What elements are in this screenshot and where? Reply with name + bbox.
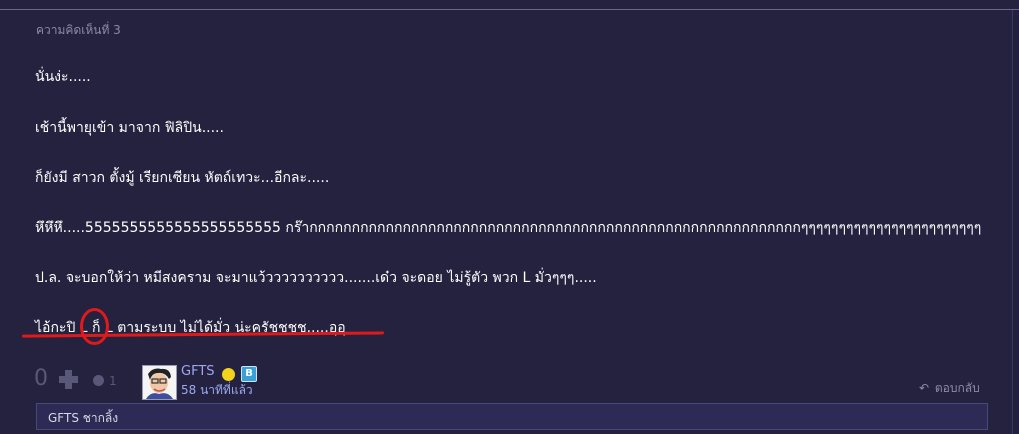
comment-line-5: ป.ล. จะบอกให้ว่า หมีสงคราม จะมาแว้วววววว… [35, 270, 597, 286]
reply-preview-box[interactable]: GFTS ชากลิ้ง [36, 403, 988, 430]
reply-label: ตอบกลับ [934, 381, 980, 395]
avatar[interactable] [142, 365, 177, 400]
avatar-cartoon-icon [143, 366, 176, 399]
top-divider [0, 0, 1019, 10]
comment-number: ความคิดเห็นที่ 3 [36, 23, 121, 37]
comment-line-1: นั่นง่ะ..... [35, 69, 91, 85]
comment-line-2: เช้านี้พายุเข้า มาจาก ฟิลิปิน..... [35, 120, 224, 136]
reply-icon: ↶ [919, 381, 930, 395]
smile-badge-icon [222, 368, 235, 381]
reply-link[interactable]: ↶ ตอบกลับ [919, 379, 980, 398]
reply-preview-text: GFTS ชากลิ้ง [48, 411, 119, 425]
emoticon-icon[interactable] [93, 375, 104, 386]
post-time: 58 นาทีที่แล้ว [181, 383, 253, 397]
author-name-link[interactable]: GFTS [181, 364, 215, 379]
vote-count: 0 [34, 366, 48, 391]
comment-line-3: ก็ยังมี สาวก ตั้งมู้ เรียกเซียน หัตถ์เทว… [35, 170, 330, 186]
red-circle-annotation [80, 308, 109, 345]
emoticon-count: 1 [109, 374, 117, 388]
comment-line-4: หึหึหึ.....5555555555555555555555 กร๊ากก… [35, 220, 982, 236]
b-badge-icon: B [241, 366, 257, 382]
plus-vote-icon[interactable] [59, 370, 78, 389]
